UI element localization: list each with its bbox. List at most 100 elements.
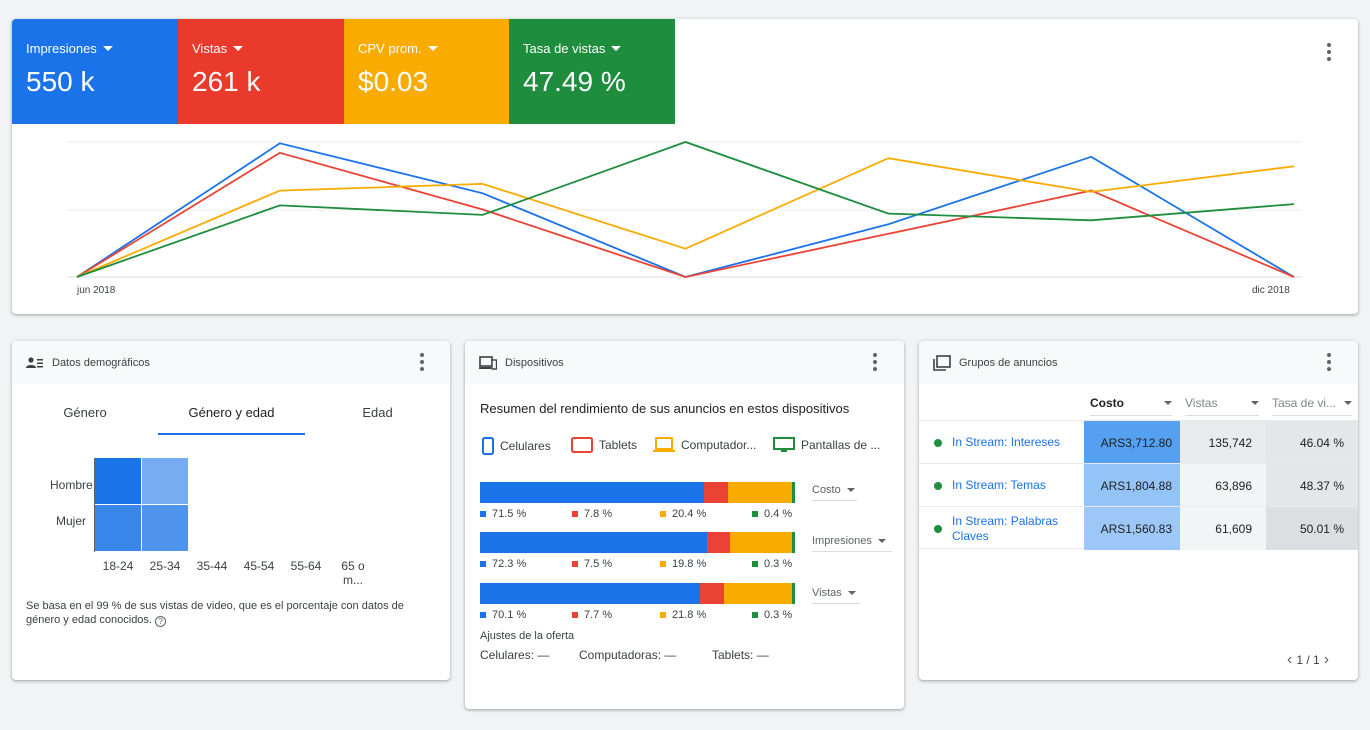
caret-down-icon	[611, 46, 622, 51]
people-list-icon	[26, 356, 43, 368]
device-share-bar[interactable]	[480, 482, 795, 503]
bid-adjustment-computers: Computadoras: —	[579, 648, 677, 662]
legend-label: Celulares	[500, 439, 551, 453]
legend-computer[interactable]: Computador...	[653, 437, 756, 453]
status-enabled-icon	[934, 439, 942, 447]
metric-label: Vistas	[192, 41, 228, 56]
caret-down-icon	[427, 46, 438, 51]
card-title: Grupos de anuncios	[959, 356, 1058, 369]
chevron-left-icon[interactable]: ‹	[1287, 651, 1292, 669]
column-label: Costo	[1090, 396, 1124, 410]
heatmap-cell[interactable]	[95, 505, 141, 551]
metric-dropdown-views[interactable]: Vistas	[812, 587, 860, 604]
card-title: Dispositivos	[505, 356, 564, 369]
bid-adjustments-title: Ajustes de la oferta	[480, 630, 575, 642]
tab-gender[interactable]: Género	[12, 405, 158, 420]
card-title: Datos demográficos	[52, 356, 150, 369]
devices-card: Dispositivos Resumen del rendimiento de …	[465, 341, 904, 709]
bar-segment	[480, 532, 707, 553]
column-header-view-rate[interactable]: Tasa de vi...	[1272, 396, 1352, 416]
chevron-right-icon[interactable]: ›	[1324, 651, 1329, 669]
device-share-bar[interactable]	[480, 532, 795, 553]
share-label: 21.8 %	[660, 609, 706, 621]
legend-tv-screens[interactable]: Pantallas de ...	[773, 437, 880, 453]
heatmap-cell[interactable]	[142, 458, 188, 504]
tab-gender-age[interactable]: Género y edad	[158, 405, 305, 420]
age-column-label: 25-34	[149, 559, 181, 573]
table-row[interactable]: In Stream: Palabras Claves ARS1,560.83 61,…	[919, 506, 1358, 550]
ad-groups-card: Grupos de anuncios Costo Vistas Tasa de …	[919, 341, 1358, 680]
metric-views[interactable]: Vistas 261 k	[178, 19, 344, 124]
metric-view-rate[interactable]: Tasa de vistas 47.49 %	[509, 19, 675, 124]
views-cell: 61,609	[1180, 507, 1266, 550]
metric-value: $0.03	[358, 66, 429, 97]
column-header-views[interactable]: Vistas	[1185, 396, 1259, 416]
x-axis-start-label: jun 2018	[77, 285, 116, 296]
more-options-icon[interactable]	[419, 353, 425, 371]
device-share-bar[interactable]	[480, 583, 795, 604]
column-header-cost[interactable]: Costo	[1090, 396, 1172, 416]
dropdown-label: Costo	[812, 484, 841, 496]
share-label: 0.3 %	[752, 558, 792, 570]
more-options-icon[interactable]	[1326, 43, 1332, 61]
caret-down-icon	[1344, 401, 1352, 405]
metric-label: CPV prom.	[358, 41, 422, 56]
bid-adjustment-mobile: Celulares: —	[480, 648, 550, 662]
cost-cell: ARS1,560.83	[1084, 507, 1180, 550]
ad-groups-header: Grupos de anuncios	[919, 341, 1358, 384]
devices-header: Dispositivos	[465, 341, 904, 384]
bar-segment	[728, 482, 793, 503]
bar-segment	[792, 482, 795, 503]
bar-segment	[792, 532, 795, 553]
age-column-label: 35-44	[196, 559, 228, 573]
legend-square-icon	[572, 612, 578, 618]
age-column-label: 65 o m...	[341, 559, 365, 587]
ad-group-name-link[interactable]: In Stream: Palabras Claves	[952, 507, 1082, 550]
ad-group-name-link[interactable]: In Stream: Intereses	[952, 421, 1082, 464]
more-options-icon[interactable]	[872, 353, 878, 371]
metric-avg-cpv[interactable]: CPV prom. $0.03	[344, 19, 510, 124]
share-label: 7.5 %	[572, 558, 612, 570]
heatmap-y-axis	[94, 458, 95, 552]
metric-dropdown-cost[interactable]: Costo	[812, 484, 857, 501]
metric-impressions[interactable]: Impresiones 550 k	[12, 19, 178, 124]
laptop-icon	[653, 437, 675, 452]
view-rate-cell: 46.04 %	[1266, 421, 1358, 464]
views-cell: 135,742	[1180, 421, 1266, 464]
heatmap-cell[interactable]	[95, 458, 141, 504]
tv-icon	[773, 437, 795, 452]
column-label: Tasa de vi...	[1272, 396, 1337, 410]
pagination-label: 1 / 1	[1296, 653, 1320, 667]
bar-segment	[792, 583, 795, 604]
table-row[interactable]: In Stream: Intereses ARS3,712.80 135,742 46…	[919, 420, 1358, 464]
share-label: 0.3 %	[752, 609, 792, 621]
legend-mobile[interactable]: Celulares	[482, 437, 551, 455]
legend-square-icon	[660, 561, 666, 567]
legend-square-icon	[480, 511, 486, 517]
table-row[interactable]: In Stream: Temas ARS1,804.88 63,896 48.37 %	[919, 463, 1358, 507]
bar-segment	[699, 583, 724, 604]
cost-cell: ARS1,804.88	[1084, 464, 1180, 507]
tab-age[interactable]: Edad	[305, 405, 450, 420]
devices-subtitle: Resumen del rendimiento de sus anuncios …	[480, 401, 850, 416]
bar-segment	[706, 532, 730, 553]
view-rate-cell: 50.01 %	[1266, 507, 1358, 550]
legend-square-icon	[752, 612, 758, 618]
dropdown-label: Vistas	[812, 587, 842, 599]
share-label: 20.4 %	[660, 508, 706, 520]
metric-value: 550 k	[26, 66, 95, 97]
legend-label: Pantallas de ...	[801, 438, 881, 452]
more-options-icon[interactable]	[1326, 353, 1332, 371]
row-label-female: Mujer	[56, 514, 87, 528]
metric-dropdown-impressions[interactable]: Impresiones	[812, 535, 892, 552]
legend-tablet[interactable]: Tablets	[571, 437, 637, 453]
status-enabled-icon	[934, 525, 942, 533]
heatmap-cell[interactable]	[142, 505, 188, 551]
help-icon[interactable]: ?	[155, 616, 167, 627]
metric-label: Tasa de vistas	[523, 41, 606, 56]
bar-segment	[480, 482, 704, 503]
age-column-label: 45-54	[243, 559, 275, 573]
view-rate-cell: 48.37 %	[1266, 464, 1358, 507]
legend-square-icon	[660, 511, 666, 517]
ad-group-name-link[interactable]: In Stream: Temas	[952, 464, 1082, 507]
